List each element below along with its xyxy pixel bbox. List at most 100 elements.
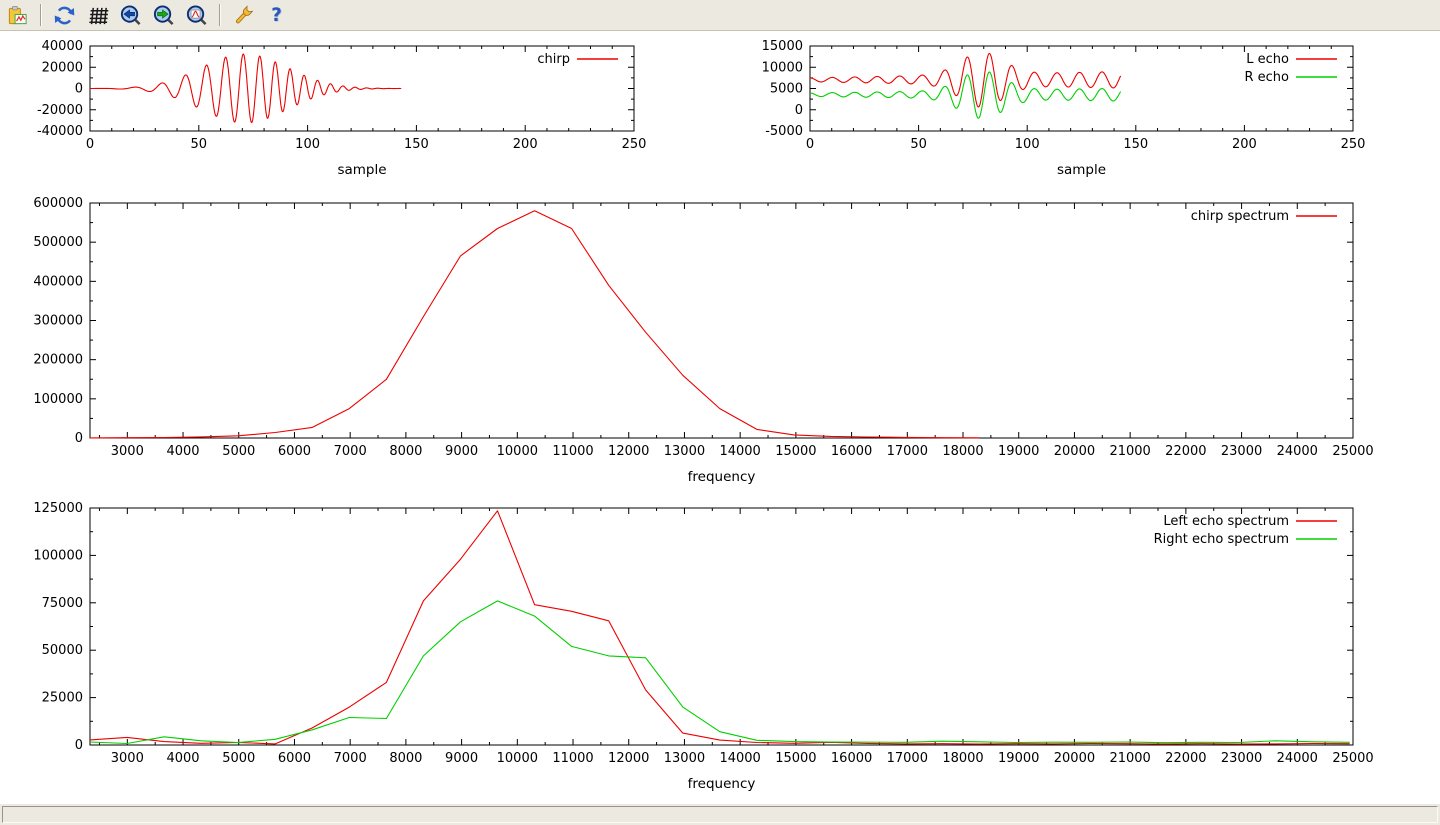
x-axis-label: frequency: [688, 469, 756, 485]
x-tick-label: 23000: [1221, 751, 1262, 766]
x-tick-label: 14000: [719, 444, 760, 459]
x-tick-label: 0: [86, 137, 94, 152]
chart-echo-signals: 050100150200250-5000050001000015000sampl…: [762, 39, 1366, 178]
y-tick-label: -20000: [37, 103, 83, 118]
x-tick-label: 3000: [111, 444, 144, 459]
x-tick-label: 16000: [831, 444, 872, 459]
legend-label: Right echo spectrum: [1154, 532, 1289, 547]
x-tick-label: 21000: [1109, 751, 1150, 766]
x-tick-label: 8000: [389, 751, 422, 766]
x-tick-label: 6000: [278, 444, 311, 459]
replot-button[interactable]: [51, 2, 78, 28]
x-tick-label: 11000: [552, 444, 593, 459]
grid-icon: [86, 4, 109, 27]
y-tick-label: 75000: [42, 596, 83, 611]
x-tick-label: 23000: [1221, 444, 1262, 459]
x-tick-label: 18000: [942, 751, 983, 766]
y-tick-label: 40000: [42, 39, 83, 54]
x-tick-label: 15000: [775, 444, 816, 459]
x-tick-label: 20000: [1054, 751, 1095, 766]
x-tick-label: 5000: [222, 751, 255, 766]
y-tick-label: 20000: [42, 60, 83, 75]
y-tick-label: -40000: [37, 124, 83, 139]
y-tick-label: 600000: [33, 196, 83, 211]
x-tick-label: 21000: [1109, 444, 1150, 459]
help-icon: ??: [265, 4, 288, 27]
x-tick-label: 150: [1123, 137, 1148, 152]
toggle-grid-button[interactable]: [84, 2, 111, 28]
y-tick-label: 125000: [33, 501, 83, 516]
x-tick-label: 0: [806, 137, 814, 152]
y-tick-label: 0: [75, 82, 83, 97]
legend-label: R echo: [1244, 70, 1289, 85]
tick-labels: 3000400050006000700080009000100001100012…: [33, 196, 1373, 459]
x-tick-label: 3000: [111, 751, 144, 766]
y-tick-label: 10000: [762, 60, 803, 75]
configure-button[interactable]: [230, 2, 257, 28]
series-chirp-spectrum: [90, 211, 979, 438]
x-tick-label: 200: [513, 137, 538, 152]
x-axis-label: frequency: [688, 776, 756, 792]
y-tick-label: 100000: [33, 548, 83, 563]
y-tick-label: 100000: [33, 392, 83, 407]
refresh-icon: [53, 4, 76, 27]
chart-echo-spectra: 3000400050006000700080009000100001100012…: [33, 501, 1373, 792]
x-tick-label: 20000: [1054, 444, 1095, 459]
y-tick-label: 50000: [42, 643, 83, 658]
x-tick-label: 9000: [445, 444, 478, 459]
x-tick-label: 50: [191, 137, 208, 152]
x-tick-label: 13000: [664, 444, 705, 459]
series-right-echo-spectrum: [90, 601, 1350, 744]
status-bar: [0, 804, 1440, 825]
series-l-echo: [810, 54, 1121, 107]
y-tick-label: 0: [795, 103, 803, 118]
y-tick-label: 0: [75, 738, 83, 753]
x-tick-label: 12000: [608, 751, 649, 766]
tick-marks: [90, 203, 1353, 438]
y-tick-label: 25000: [42, 691, 83, 706]
x-tick-label: 22000: [1165, 751, 1206, 766]
x-tick-label: 22000: [1165, 444, 1206, 459]
y-tick-label: 400000: [33, 274, 83, 289]
zoom-next-button[interactable]: [150, 2, 177, 28]
zoom-back-icon: [119, 4, 142, 27]
status-text: [2, 806, 1438, 823]
x-tick-label: 19000: [998, 444, 1039, 459]
plot-canvas[interactable]: 050100150200250-40000-2000002000040000sa…: [0, 0, 1440, 825]
x-tick-label: 12000: [608, 444, 649, 459]
legend-label: chirp spectrum: [1191, 209, 1289, 224]
y-tick-label: 300000: [33, 314, 83, 329]
clipboard-plot-icon: [6, 4, 29, 27]
chart-chirp-signal: 050100150200250-40000-2000002000040000sa…: [37, 39, 646, 178]
x-tick-label: 8000: [389, 444, 422, 459]
legend-label: L echo: [1246, 52, 1289, 67]
x-tick-label: 15000: [775, 751, 816, 766]
zoom-forward-icon: [152, 4, 175, 27]
x-tick-label: 4000: [166, 751, 199, 766]
legend-label: chirp: [537, 52, 570, 67]
x-tick-label: 250: [1341, 137, 1366, 152]
help-button[interactable]: ??: [263, 2, 290, 28]
x-axis-label: sample: [1057, 162, 1106, 178]
x-tick-label: 19000: [998, 751, 1039, 766]
legend-label: Left echo spectrum: [1163, 514, 1289, 529]
x-tick-label: 9000: [445, 751, 478, 766]
x-tick-label: 200: [1232, 137, 1257, 152]
x-tick-label: 100: [295, 137, 320, 152]
chart-chirp-spectrum: 3000400050006000700080009000100001100012…: [33, 196, 1373, 485]
x-tick-label: 5000: [222, 444, 255, 459]
x-tick-label: 13000: [664, 751, 705, 766]
autoscale-plot-button[interactable]: [183, 2, 210, 28]
x-tick-label: 14000: [719, 751, 760, 766]
x-tick-label: 24000: [1277, 751, 1318, 766]
zoom-all-icon: [185, 4, 208, 27]
x-tick-label: 25000: [1332, 444, 1373, 459]
x-tick-label: 25000: [1332, 751, 1373, 766]
zoom-previous-button[interactable]: [117, 2, 144, 28]
x-axis-label: sample: [337, 162, 386, 178]
y-tick-label: 5000: [770, 82, 803, 97]
y-tick-label: 500000: [33, 235, 83, 250]
copy-to-clipboard-button[interactable]: [4, 2, 31, 28]
y-tick-label: 200000: [33, 353, 83, 368]
x-tick-label: 10000: [497, 751, 538, 766]
